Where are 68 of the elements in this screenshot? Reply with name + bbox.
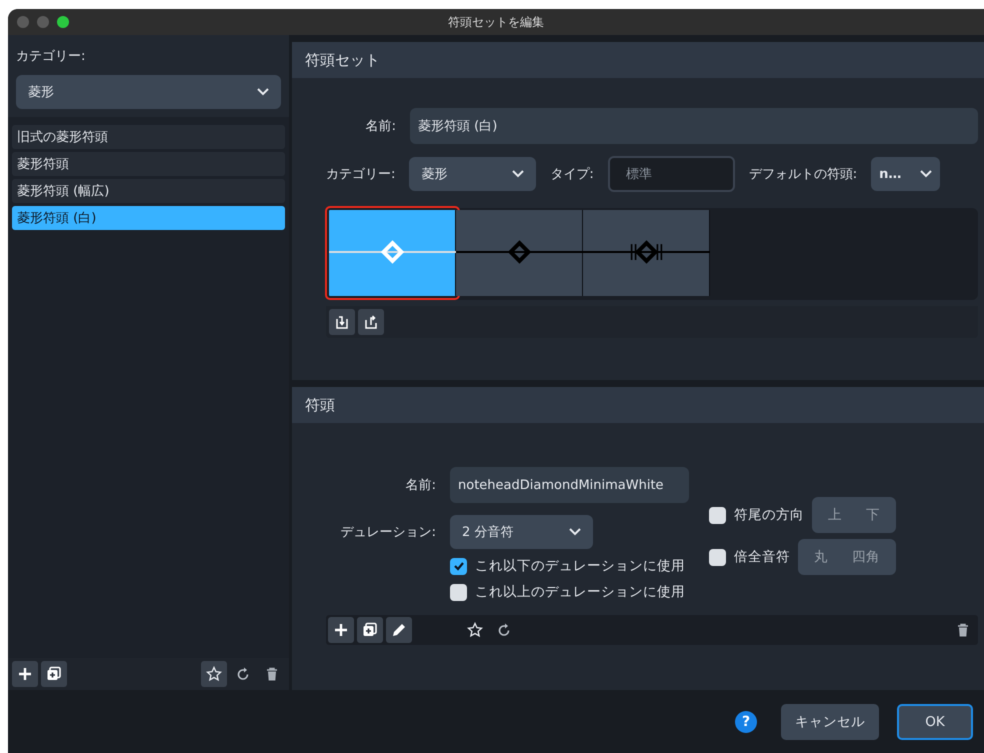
plus-icon	[17, 666, 33, 682]
double-whole-checkbox[interactable]	[709, 548, 726, 566]
checkbox-label: 倍全音符	[734, 548, 790, 566]
plus-icon	[333, 622, 349, 638]
option-toggle[interactable]: 上 下	[812, 497, 896, 533]
section-header: 符頭	[292, 387, 984, 423]
checkbox-label: 符尾の方向	[734, 506, 804, 524]
edit-button[interactable]	[386, 617, 412, 643]
pencil-icon	[391, 622, 407, 638]
notehead-glyph-icon	[630, 240, 662, 264]
notehead-glyph-icon	[380, 240, 404, 264]
chevron-icon	[920, 170, 932, 178]
stem-direction-checkbox[interactable]	[709, 506, 726, 524]
use-below-checkbox[interactable]	[450, 558, 467, 574]
checkbox-label: これ以下のデュレーションに使用	[475, 557, 685, 575]
help-button[interactable]: ?	[735, 710, 757, 732]
window-title: 符頭セットを編集	[448, 14, 544, 28]
trash-icon	[955, 622, 971, 638]
type-label: タイプ:	[550, 166, 594, 183]
notehead-set-item[interactable]: 旧式の菱形符頭	[12, 125, 285, 149]
export-button[interactable]	[358, 309, 384, 335]
ok-button[interactable]: OK	[897, 704, 973, 740]
default-notehead-dropdown[interactable]: n…	[871, 157, 940, 191]
default-notehead-label: デフォルトの符頭:	[748, 166, 858, 183]
category-dropdown[interactable]: 菱形	[16, 75, 281, 109]
export-icon	[363, 314, 379, 330]
section-header: 符頭セット	[292, 42, 984, 78]
import-icon	[334, 314, 350, 330]
reset-icon	[235, 666, 251, 682]
notehead-set-item[interactable]: 菱形符頭 (白)	[12, 206, 285, 230]
checkmark-icon	[452, 560, 464, 572]
category-dropdown[interactable]: 菱形	[409, 157, 536, 191]
notehead-set-item[interactable]: 菱形符頭 (幅広)	[12, 179, 285, 203]
toggle-option[interactable]: 四角	[842, 548, 890, 566]
toggle-option[interactable]: 丸	[804, 548, 838, 566]
add-button[interactable]	[328, 617, 354, 643]
name-field[interactable]: noteheadDiamondMinimaWhite	[450, 467, 689, 503]
duration-dropdown[interactable]: 2 分音符	[450, 515, 593, 549]
toggle-option[interactable]: 下	[856, 506, 890, 524]
trash-icon	[264, 666, 280, 682]
import-button[interactable]	[329, 309, 355, 335]
favorite-button[interactable]	[201, 661, 227, 687]
reset-icon	[496, 622, 512, 638]
name-label: 名前:	[364, 118, 396, 135]
category-label: カテゴリー:	[326, 166, 396, 183]
star-icon	[206, 666, 222, 682]
notehead-set-item[interactable]: 菱形符頭	[12, 152, 285, 176]
checkbox-label: これ以上のデュレーションに使用	[475, 583, 685, 601]
chevron-icon	[569, 528, 581, 536]
notehead-glyph-icon	[508, 240, 532, 264]
duplicate-icon	[46, 666, 62, 682]
star-icon	[467, 622, 483, 638]
name-label: 名前:	[404, 477, 436, 494]
type-field[interactable]: 標準	[608, 156, 735, 192]
category-label: カテゴリー:	[16, 48, 86, 65]
cancel-button[interactable]: キャンセル	[781, 704, 879, 740]
use-above-checkbox[interactable]	[450, 584, 467, 600]
name-field[interactable]: 菱形符頭 (白)	[410, 108, 978, 144]
duration-label: デュレーション:	[340, 524, 436, 541]
chevron-icon	[257, 88, 269, 96]
zoom-window-button[interactable]	[57, 16, 69, 28]
option-toggle[interactable]: 丸 四角	[798, 539, 896, 575]
toggle-option[interactable]: 上	[818, 506, 852, 524]
chevron-icon	[512, 170, 524, 178]
duplicate-button[interactable]	[357, 617, 383, 643]
add-button[interactable]	[12, 661, 38, 687]
duplicate-icon	[362, 622, 378, 638]
duplicate-button[interactable]	[41, 661, 67, 687]
